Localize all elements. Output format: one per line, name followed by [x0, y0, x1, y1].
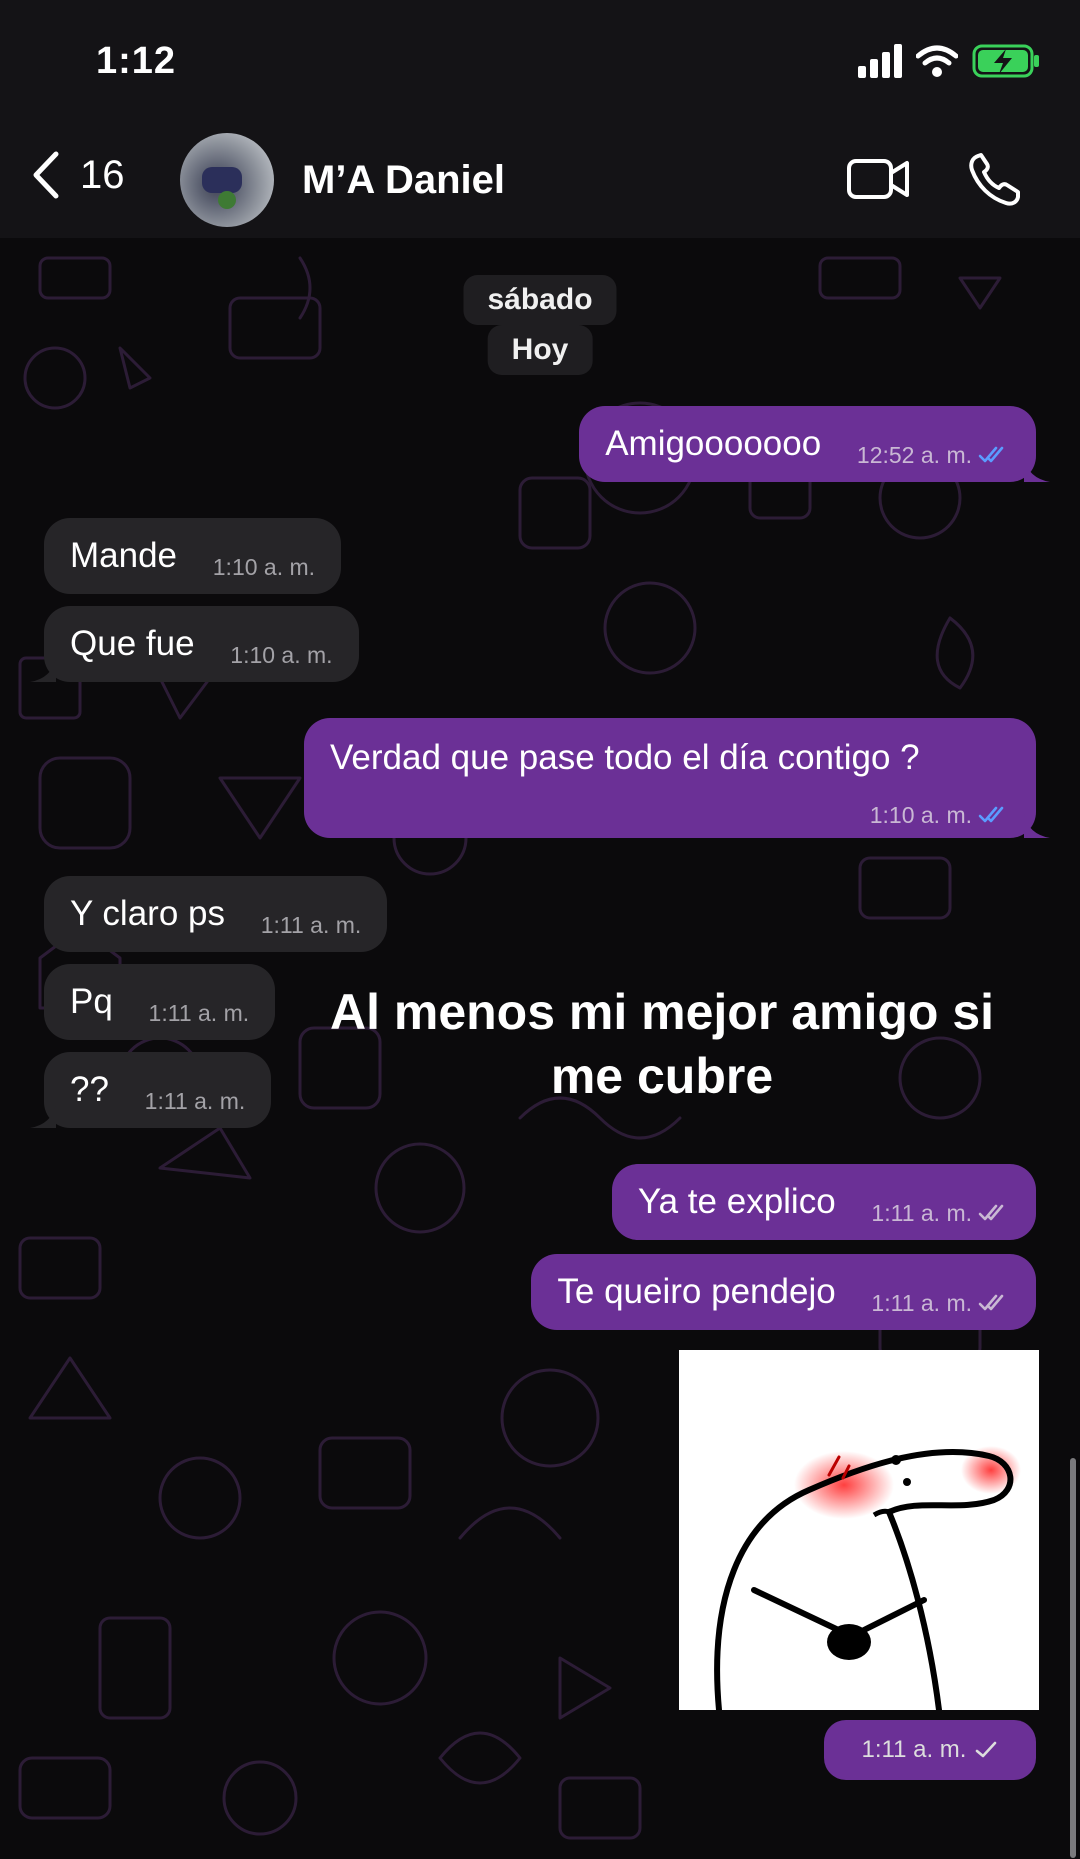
double-check-icon: [978, 806, 1004, 823]
status-time: 1:12: [96, 40, 177, 82]
message-text: Ya te explico: [637, 1182, 836, 1221]
message-time: 1:10 a. m.: [212, 554, 316, 580]
message-time: 1:11 a. m.: [871, 1200, 972, 1226]
battery-charging-icon: [972, 44, 1039, 78]
message-meta: 1:11 a. m.: [871, 1281, 1010, 1325]
message-text: ??: [70, 1070, 109, 1109]
double-check-icon: [978, 1294, 1004, 1311]
message-time: 1:11 a. m.: [144, 1088, 246, 1114]
message-outgoing[interactable]: Te queiro pendejo 1:11 a. m.: [531, 1254, 1036, 1330]
message-meta: 1:11 a. m.: [871, 1191, 1010, 1235]
message-outgoing[interactable]: Ya te explico 1:11 a. m.: [611, 1164, 1036, 1240]
video-call-icon[interactable]: [846, 157, 910, 201]
status-icons: [858, 44, 1040, 78]
phone-icon[interactable]: [968, 152, 1020, 206]
chat-header: 1:12 16 M’A Daniel: [0, 0, 1080, 238]
overlay-caption: Al menos mi mejor amigo si me cubre: [302, 980, 1022, 1108]
back-chevron-icon: [33, 151, 59, 199]
message-text: Pq: [70, 982, 113, 1021]
double-check-icon: [978, 446, 1004, 463]
message-time: 1:10 a. m.: [230, 642, 333, 668]
date-separator: sábado: [463, 275, 617, 325]
message-text: Mande: [70, 536, 178, 575]
message-text: Que fue: [70, 624, 195, 663]
message-meta: 12:52 a. m.: [857, 433, 1010, 477]
message-time: 1:10 a. m.: [869, 802, 972, 828]
scrollbar[interactable]: [1070, 1458, 1076, 1858]
message-meta: 1:10 a. m.: [870, 793, 1010, 837]
sticker-drawing: [714, 1446, 1021, 1713]
back-button[interactable]: 16: [30, 150, 125, 200]
message-time: 1:11 a. m.: [260, 912, 362, 938]
message-incoming[interactable]: Pq 1:11 a. m.: [44, 964, 276, 1040]
sticker-meta: 1:11 a. m.: [824, 1720, 1036, 1780]
message-time: 1:11 a. m.: [871, 1290, 972, 1316]
message-text: Amigooooooo: [605, 424, 822, 463]
overlay-caption-line: me cubre: [550, 1048, 774, 1104]
message-incoming[interactable]: ?? 1:11 a. m.: [30, 1052, 272, 1128]
message-incoming[interactable]: Que fue 1:10 a. m.: [30, 606, 359, 682]
message-incoming[interactable]: Mande 1:10 a. m.: [44, 518, 342, 594]
single-check-icon: [976, 1741, 997, 1758]
double-check-icon: [978, 1204, 1004, 1221]
wifi-icon: [916, 45, 958, 77]
message-time: 12:52 a. m.: [856, 442, 972, 468]
message-incoming[interactable]: Y claro ps 1:11 a. m.: [44, 876, 388, 952]
signal-icon: [858, 44, 902, 78]
message-text: Y claro ps: [70, 894, 225, 933]
sticker-image[interactable]: [679, 1350, 1039, 1713]
unread-count: 16: [80, 152, 125, 197]
contact-name[interactable]: M’A Daniel: [302, 158, 505, 203]
message-outgoing[interactable]: Verdad que pase todo el día contigo ? 1:…: [304, 718, 1050, 838]
message-outgoing[interactable]: Amigooooooo 12:52 a. m.: [579, 406, 1050, 482]
overlay-caption-line: Al menos mi mejor amigo si: [329, 984, 995, 1040]
message-text: Te queiro pendejo: [557, 1272, 836, 1311]
avatar[interactable]: [180, 133, 274, 227]
date-separator: Hoy: [487, 325, 593, 375]
call-actions: [846, 152, 1020, 206]
message-time: 1:11 a. m.: [861, 1736, 967, 1763]
message-text: Verdad que pase todo el día contigo ?: [330, 738, 920, 777]
message-time: 1:11 a. m.: [148, 1000, 250, 1026]
